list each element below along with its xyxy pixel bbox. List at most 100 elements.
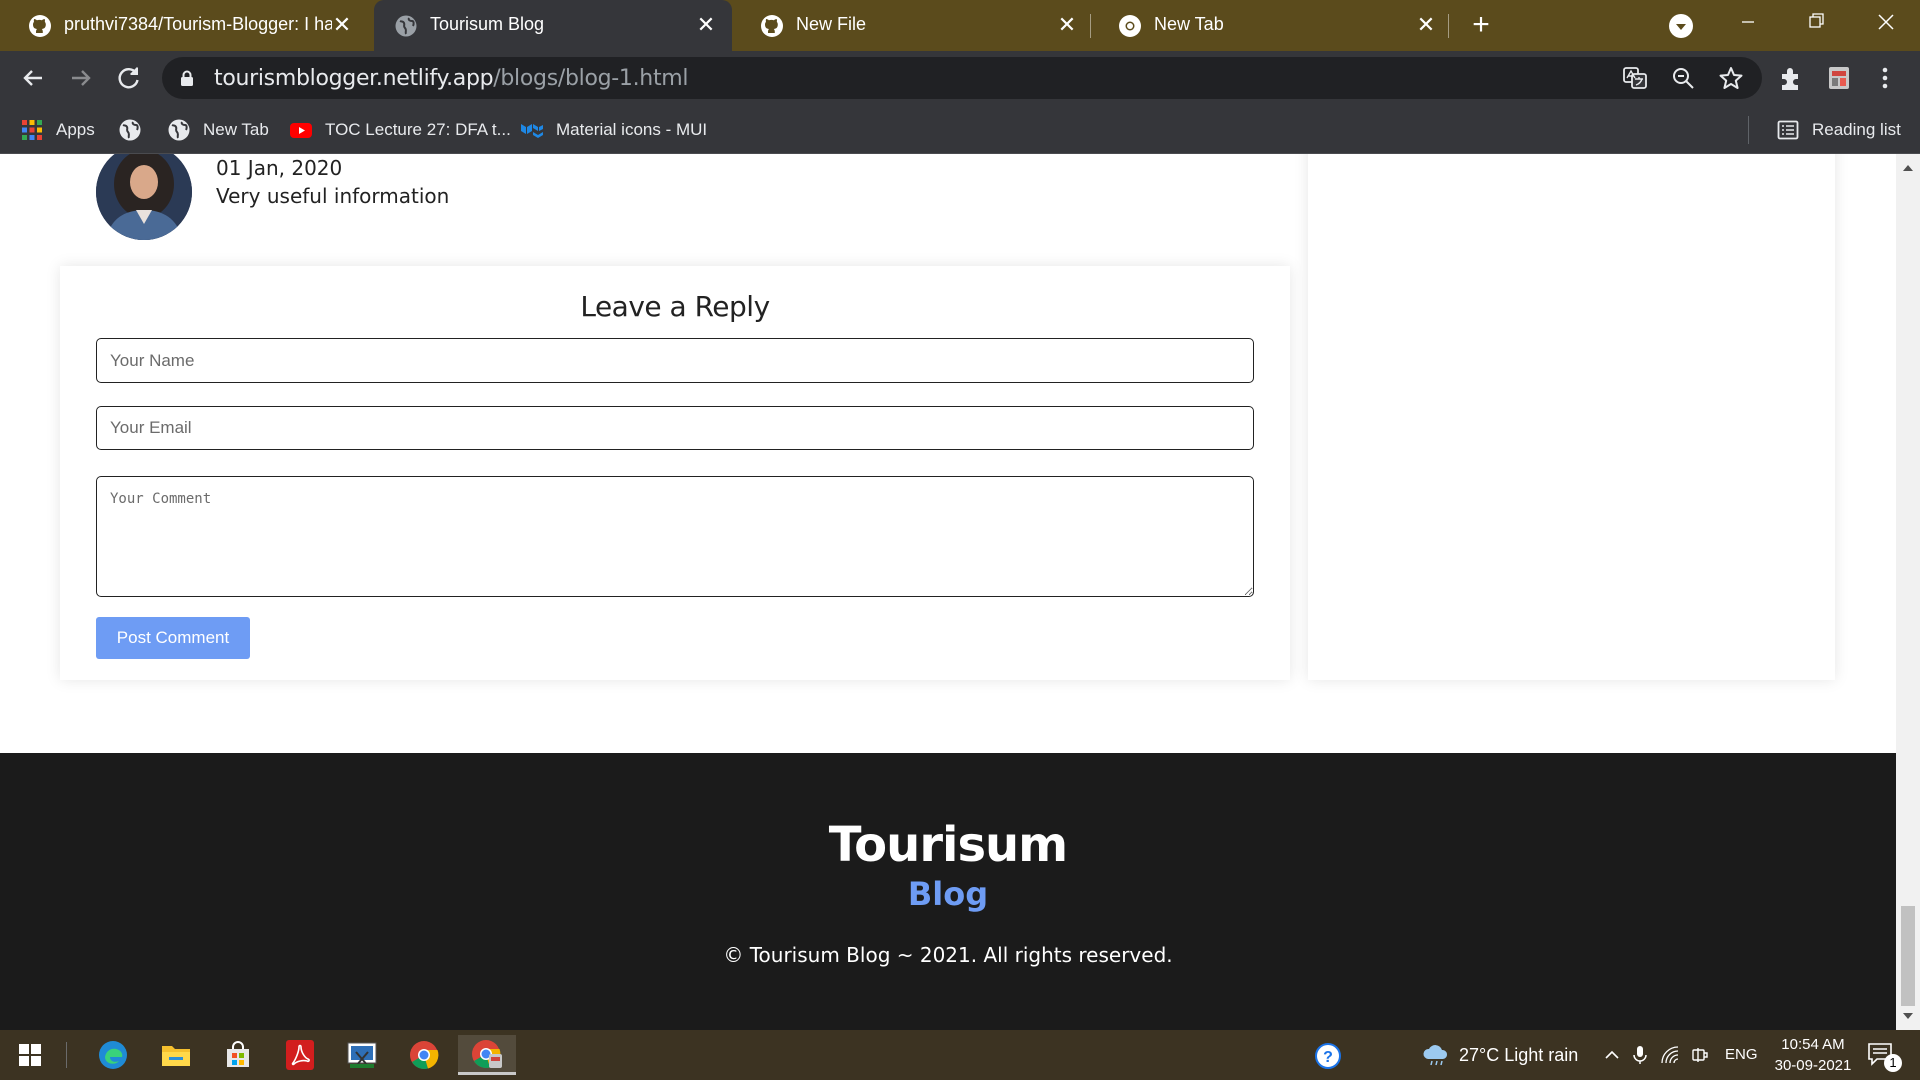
reading-list-button[interactable]: Reading list	[1776, 116, 1901, 144]
close-window-icon[interactable]	[1856, 0, 1916, 44]
github-icon	[761, 15, 783, 37]
taskbar-snipping-tool[interactable]	[334, 1035, 390, 1075]
svg-text:?: ?	[1323, 1049, 1333, 1066]
help-icon[interactable]: ?	[1314, 1042, 1344, 1070]
chevron-up-icon[interactable]	[1602, 1045, 1622, 1065]
address-bar[interactable]: tourismblogger.netlify.app/blogs/blog-1.…	[162, 57, 1762, 99]
bookmark-toc-lecture[interactable]: TOC Lecture 27: DFA t...	[289, 116, 511, 144]
lock-icon[interactable]	[180, 70, 194, 87]
close-tab-icon[interactable]: ✕	[1055, 13, 1079, 37]
more-menu-icon[interactable]	[1870, 63, 1900, 93]
bookmark-new-tab[interactable]: New Tab	[167, 116, 269, 144]
bookmark-star-icon[interactable]	[1718, 65, 1744, 91]
zoom-icon[interactable]	[1670, 65, 1696, 91]
bookmark-apps[interactable]: Apps	[20, 116, 95, 144]
scrollbar[interactable]	[1896, 154, 1920, 1030]
page-viewport: 01 Jan, 2020 Very useful information Lea…	[0, 154, 1896, 1030]
footer-subtitle: Blog	[907, 875, 989, 913]
back-icon[interactable]	[18, 63, 48, 93]
taskbar-divider	[66, 1042, 67, 1068]
tab-title: pruthvi7384/Tourism-Blogger: I have	[64, 14, 332, 34]
scroll-down-icon[interactable]	[1902, 1010, 1914, 1022]
windows-icon	[19, 1044, 41, 1066]
url-host: tourismblogger.netlify.app	[214, 66, 494, 91]
forward-icon[interactable]	[66, 63, 96, 93]
apps-grid-icon	[22, 120, 42, 140]
sidebar-card	[1308, 154, 1835, 680]
folder-icon	[162, 1046, 190, 1066]
tab-tourisum-blog[interactable]: Tourisum Blog ✕	[374, 0, 732, 51]
start-button[interactable]	[2, 1035, 58, 1075]
notification-center[interactable]: 1	[1866, 1040, 1902, 1072]
wifi-icon[interactable]	[1660, 1045, 1680, 1065]
cloud-rain-icon	[1423, 1045, 1448, 1066]
comment-text: Very useful information	[216, 184, 450, 208]
reload-icon[interactable]	[114, 63, 144, 93]
clock-time: 10:54 AM	[1781, 1036, 1845, 1053]
minimize-icon[interactable]	[1718, 0, 1778, 44]
avatar	[96, 154, 192, 240]
reading-list-icon	[1777, 120, 1799, 140]
chrome-profile-icon	[472, 1039, 502, 1068]
microphone-icon[interactable]	[1630, 1045, 1650, 1065]
profile-avatar-icon[interactable]	[1824, 63, 1854, 93]
tab-search-icon[interactable]	[1668, 13, 1694, 39]
mui-logo-icon	[521, 124, 543, 138]
comment-field[interactable]	[96, 476, 1254, 597]
new-tab-button[interactable]: +	[1466, 10, 1496, 41]
tab-separator	[1090, 14, 1091, 38]
tab-new-file[interactable]: New File ✕	[740, 0, 1090, 51]
footer: Tourisum Blog © Tourisum Blog ~ 2021. Al…	[0, 753, 1896, 1030]
weather-text[interactable]: 27°C Light rain	[1459, 1045, 1578, 1066]
clock[interactable]: 10:54 AM 30-09-2021	[1765, 1034, 1861, 1076]
taskbar-chrome[interactable]	[396, 1035, 452, 1075]
tab-separator	[1448, 14, 1449, 38]
email-field[interactable]	[96, 406, 1254, 450]
scrollbar-thumb[interactable]	[1901, 906, 1915, 1006]
snipping-tool-icon	[347, 1042, 377, 1068]
bookmark-label: TOC Lecture 27: DFA t...	[325, 120, 511, 139]
close-tab-icon[interactable]: ✕	[330, 13, 354, 37]
scroll-up-icon[interactable]	[1902, 162, 1914, 174]
footer-copyright: © Tourisum Blog ~ 2021. All rights reser…	[723, 943, 1173, 967]
translate-icon[interactable]	[1622, 65, 1648, 91]
globe-icon	[119, 119, 141, 141]
bookmark-label: Apps	[56, 120, 95, 139]
chrome-icon	[1119, 15, 1141, 37]
url-text[interactable]: tourismblogger.netlify.app/blogs/blog-1.…	[214, 66, 689, 91]
taskbar-file-explorer[interactable]	[148, 1035, 204, 1075]
tab-title: New Tab	[1154, 14, 1224, 34]
extensions-icon[interactable]	[1776, 63, 1806, 93]
reply-title: Leave a Reply	[580, 290, 770, 323]
close-tab-icon[interactable]: ✕	[1414, 13, 1438, 37]
taskbar-edge[interactable]	[85, 1035, 141, 1075]
language-indicator[interactable]: ENG	[1725, 1046, 1758, 1063]
reply-form-card: Leave a Reply Post Comment	[60, 266, 1290, 680]
notification-count-badge: 1	[1884, 1054, 1902, 1072]
reading-list-label: Reading list	[1812, 120, 1901, 139]
tab-github-repo[interactable]: pruthvi7384/Tourism-Blogger: I have ✕	[8, 0, 366, 51]
restore-icon[interactable]	[1786, 0, 1846, 44]
bookmark-material-icons[interactable]: Material icons - MUI	[520, 116, 707, 144]
post-comment-button[interactable]: Post Comment	[96, 617, 250, 659]
name-field[interactable]	[96, 338, 1254, 383]
globe-icon	[168, 119, 190, 141]
bookmark-globe[interactable]	[118, 116, 154, 144]
globe-icon	[395, 15, 417, 37]
battery-icon[interactable]	[1690, 1045, 1710, 1065]
close-tab-icon[interactable]: ✕	[694, 13, 718, 37]
clock-date: 30-09-2021	[1774, 1057, 1852, 1074]
tab-strip: pruthvi7384/Tourism-Blogger: I have ✕ To…	[0, 0, 1920, 51]
taskbar-chrome-profile[interactable]	[458, 1035, 516, 1075]
tab-new-tab[interactable]: New Tab ✕	[1098, 0, 1448, 51]
taskbar-store[interactable]	[210, 1035, 266, 1075]
bookmark-label: New Tab	[203, 120, 269, 139]
bookmarks-divider	[1748, 116, 1749, 144]
comment-date: 01 Jan, 2020	[216, 156, 343, 180]
tab-title: New File	[796, 14, 867, 34]
url-path: /blogs/blog-1.html	[493, 66, 689, 91]
bookmark-label: Material icons - MUI	[556, 120, 708, 139]
browser-toolbar: tourismblogger.netlify.app/blogs/blog-1.…	[0, 51, 1920, 106]
edge-icon	[99, 1041, 127, 1069]
taskbar-acrobat[interactable]	[272, 1035, 328, 1075]
